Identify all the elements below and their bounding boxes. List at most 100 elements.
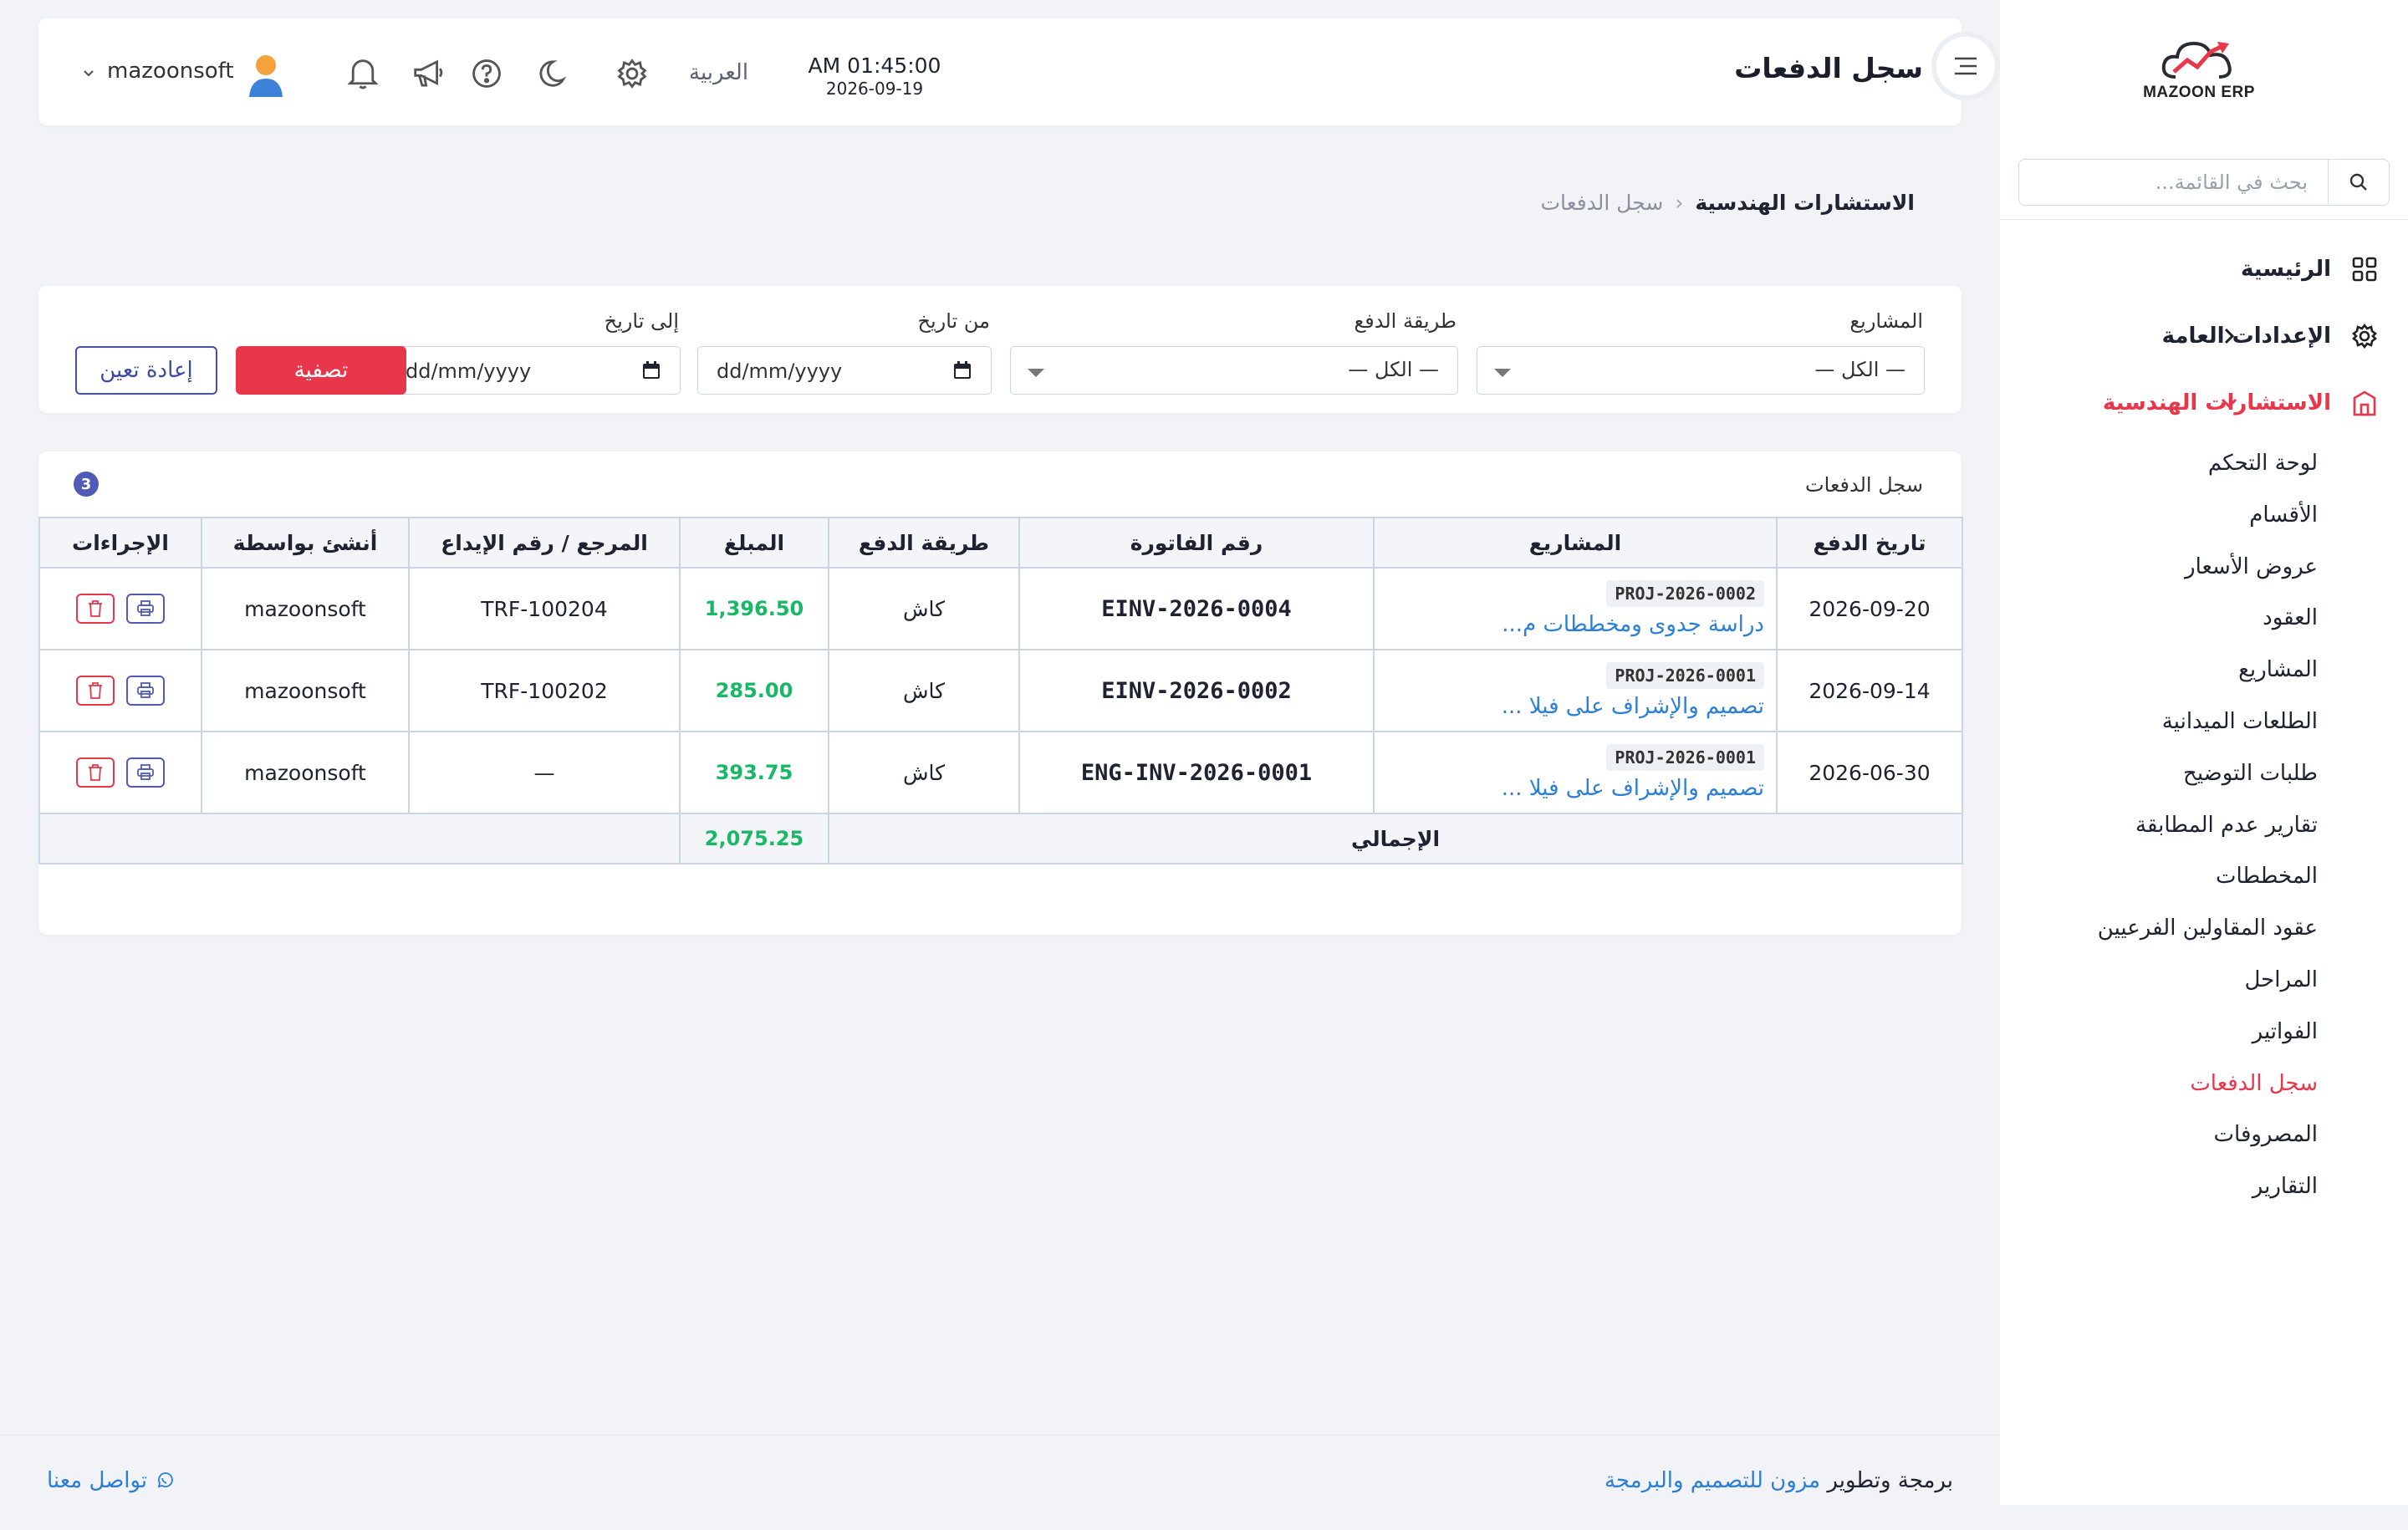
avatar[interactable] <box>244 52 288 99</box>
from-date-label: من تاريخ <box>917 309 990 333</box>
help-icon[interactable] <box>468 55 505 92</box>
whatsapp-icon <box>157 1472 174 1488</box>
grid-icon <box>2349 254 2380 284</box>
project-link[interactable]: تصميم والإشراف على فيلا ... <box>1375 776 1764 801</box>
projects-select[interactable]: — الكل — <box>1477 346 1925 395</box>
language-switch[interactable]: العربية <box>689 60 748 85</box>
calendar-icon <box>952 360 972 384</box>
moon-icon[interactable] <box>537 55 574 92</box>
table-row: 2026-09-20 PROJ-2026-0002 دراسة جدوى ومخط… <box>38 567 1963 650</box>
user-name[interactable]: mazoonsoft <box>107 59 234 84</box>
printer-icon <box>137 682 154 698</box>
sidebar-subitem[interactable]: سجل الدفعات <box>2190 1065 2318 1102</box>
header-invoice-number[interactable]: رقم الفاتورة <box>1018 517 1375 569</box>
table-row: 2026-06-30 PROJ-2026-0001 تصميم والإشراف … <box>38 731 1963 814</box>
from-date-input[interactable]: dd/mm/yyyy <box>697 346 992 395</box>
gear-icon <box>2349 321 2380 351</box>
cell-actions <box>38 649 202 732</box>
breadcrumb-parent[interactable]: الاستشارات الهندسية <box>1695 191 1915 215</box>
sidebar-search-input[interactable] <box>2019 170 2328 195</box>
sidebar-subitem[interactable]: تقارير عدم المطابقة <box>2135 807 2318 844</box>
cell-created-by: mazoonsoft <box>201 731 410 814</box>
cell-invoice: EINV-2026-0002 <box>1018 649 1375 732</box>
sidebar-subitem[interactable]: عقود المقاولين الفرعيين <box>2098 910 2318 946</box>
header-payment-method[interactable]: طريقة الدفع <box>828 517 1020 569</box>
sidebar-item-engineering[interactable]: الاستشارات الهندسية <box>2000 378 2408 428</box>
logo[interactable]: MAZOON ERP <box>2140 35 2258 110</box>
search-icon[interactable] <box>2328 160 2389 205</box>
megaphone-icon[interactable] <box>410 55 446 92</box>
to-date-input[interactable]: dd/mm/yyyy <box>386 346 681 395</box>
project-code: PROJ-2026-0001 <box>1606 744 1764 771</box>
footer-credit: برمجة وتطوير مزون للتصميم والبرمجة <box>1604 1468 1953 1493</box>
delete-button[interactable] <box>76 757 115 788</box>
contact-link[interactable]: تواصل معنا <box>47 1468 174 1493</box>
payment-method-select-value: — الكل — <box>1348 358 1439 381</box>
clock: AM 01:45:00 2026-09-19 <box>791 54 958 99</box>
total-empty <box>38 813 681 864</box>
cell-invoice: ENG-INV-2026-0001 <box>1018 731 1375 814</box>
project-link[interactable]: تصميم والإشراف على فيلا ... <box>1375 694 1764 719</box>
print-button[interactable] <box>125 676 165 706</box>
company-link[interactable]: مزون للتصميم والبرمجة <box>1604 1468 1820 1493</box>
header-payment-date[interactable]: تاريخ الدفع <box>1776 517 1963 569</box>
project-code: PROJ-2026-0002 <box>1606 580 1764 607</box>
sidebar-subitem[interactable]: لوحة التحكم <box>2208 445 2318 482</box>
total-label: الإجمالي <box>828 813 1963 864</box>
projects-label: المشاريع <box>1849 309 1923 333</box>
header-amount[interactable]: المبلغ <box>679 517 829 569</box>
sidebar-item-settings[interactable]: الإعدادات العامة <box>2000 311 2408 361</box>
settings-gear-icon[interactable] <box>614 55 650 92</box>
delete-button[interactable] <box>76 594 115 624</box>
sidebar-subitem[interactable]: المخططات <box>2216 858 2318 895</box>
payment-method-select[interactable]: — الكل — <box>1010 346 1458 395</box>
project-link[interactable]: دراسة جدوى ومخططات م... <box>1375 612 1764 637</box>
sidebar-subitem[interactable]: طلبات التوضيح <box>2183 755 2318 792</box>
reset-button[interactable]: إعادة تعين <box>75 346 217 395</box>
sidebar-subitem[interactable]: المشاريع <box>2238 651 2318 688</box>
sidebar-subitem[interactable]: المصروفات <box>2214 1116 2318 1153</box>
projects-select-value: — الكل — <box>1814 358 1905 381</box>
project-code: PROJ-2026-0001 <box>1606 662 1764 689</box>
sidebar-subitem[interactable]: عروض الأسعار <box>2185 548 2318 585</box>
cell-project: PROJ-2026-0002 دراسة جدوى ومخططات م... <box>1373 567 1778 650</box>
chevron-left-icon <box>2217 324 2241 348</box>
cell-date: 2026-09-20 <box>1776 567 1963 650</box>
header-created-by[interactable]: أنشئ بواسطة <box>201 517 410 569</box>
print-button[interactable] <box>125 757 165 788</box>
cell-method: كاش <box>828 567 1020 650</box>
sidebar-subitem[interactable]: الفواتير <box>2252 1013 2318 1050</box>
delete-button[interactable] <box>76 676 115 706</box>
sidebar-item-label: الإعدادات العامة <box>2161 324 2331 349</box>
sidebar-subitem[interactable]: التقارير <box>2252 1168 2318 1205</box>
filter-button[interactable]: تصفية <box>236 346 406 395</box>
bell-icon[interactable] <box>344 55 381 92</box>
chevron-down-icon[interactable] <box>80 65 97 82</box>
print-button[interactable] <box>125 594 165 624</box>
footer-divider <box>0 1435 2000 1436</box>
trash-icon <box>89 682 103 699</box>
trash-icon <box>89 600 103 617</box>
breadcrumb-separator: ‹ <box>1675 191 1684 215</box>
sidebar: MAZOON ERP الرئيسية الإعدادات العامة الا… <box>2000 0 2408 1505</box>
sidebar-subitem[interactable]: الطلعات الميدانية <box>2162 703 2318 740</box>
sidebar-subitem[interactable]: الأقسام <box>2249 497 2318 533</box>
sidebar-subitem[interactable]: المراحل <box>2244 961 2318 998</box>
clock-date: 2026-09-19 <box>825 79 924 99</box>
cell-created-by: mazoonsoft <box>201 567 410 650</box>
sidebar-subitem[interactable]: العقود <box>2263 599 2318 636</box>
logo-text: MAZOON ERP <box>2143 84 2255 101</box>
sidebar-item-home[interactable]: الرئيسية <box>2000 244 2408 294</box>
payment-method-label: طريقة الدفع <box>1354 309 1457 333</box>
cell-project: PROJ-2026-0001 تصميم والإشراف على فيلا ..… <box>1373 649 1778 732</box>
cell-actions <box>38 567 202 650</box>
table-title: سجل الدفعات <box>1805 473 1923 497</box>
header-projects[interactable]: المشاريع <box>1373 517 1778 569</box>
trash-icon <box>89 764 103 781</box>
cell-reference: — <box>408 731 681 814</box>
table-header-row: تاريخ الدفع المشاريع رقم الفاتورة طريقة … <box>38 517 1963 569</box>
payments-table: تاريخ الدفع المشاريع رقم الفاتورة طريقة … <box>38 517 1963 864</box>
header-reference[interactable]: المرجع / رقم الإيداع <box>408 517 681 569</box>
menu-toggle-button[interactable] <box>1931 32 2000 100</box>
sidebar-divider <box>2000 219 2408 220</box>
